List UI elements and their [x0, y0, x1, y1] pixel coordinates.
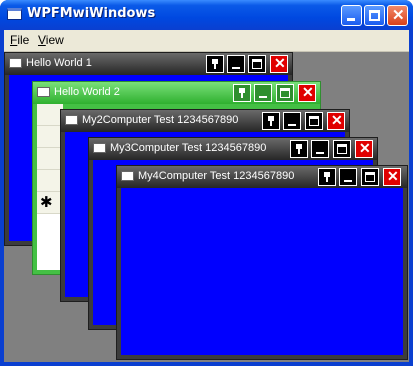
maximize-icon: [252, 59, 262, 69]
close-icon: ✕: [392, 7, 405, 24]
child-title: My3Computer Test 1234567890: [110, 142, 267, 154]
child-title-bar[interactable]: My4Computer Test 1234567890 ✕: [117, 166, 407, 188]
minimize-button[interactable]: [311, 140, 329, 158]
window-icon: [93, 143, 106, 153]
child-title-bar[interactable]: Hello World 2 ✕: [33, 82, 320, 104]
minimize-button[interactable]: [283, 112, 301, 130]
app-window: WPFMwiWindows ✕ File View Hello World 1 …: [0, 0, 413, 366]
maximize-button[interactable]: [333, 140, 351, 158]
pin-button[interactable]: [290, 140, 308, 158]
minimize-button[interactable]: [341, 5, 362, 26]
close-button[interactable]: ✕: [270, 55, 288, 73]
close-icon: ✕: [274, 55, 286, 71]
child-content: [121, 188, 403, 355]
window-icon: [37, 87, 50, 97]
child-title-bar[interactable]: My3Computer Test 1234567890 ✕: [89, 138, 377, 160]
close-button[interactable]: ✕: [383, 168, 401, 186]
close-icon: ✕: [387, 168, 399, 184]
menu-bar: File View: [4, 30, 409, 52]
new-row-icon: ✱: [40, 194, 53, 211]
child-title-bar[interactable]: My2Computer Test 1234567890 ✕: [61, 110, 349, 132]
close-icon: ✕: [331, 112, 343, 128]
maximize-icon: [309, 116, 319, 126]
window-icon: [121, 171, 134, 181]
maximize-button[interactable]: [364, 5, 385, 26]
close-icon: ✕: [302, 84, 314, 100]
maximize-button[interactable]: [361, 168, 379, 186]
menu-view[interactable]: View: [38, 33, 64, 47]
close-button[interactable]: ✕: [298, 84, 316, 102]
child-title-bar[interactable]: Hello World 1 ✕: [5, 53, 292, 75]
maximize-icon: [365, 172, 375, 182]
app-icon: [7, 8, 22, 20]
minimize-icon: [347, 18, 355, 21]
maximize-icon: [280, 88, 290, 98]
child-title: Hello World 2: [54, 86, 120, 98]
maximize-button[interactable]: [276, 84, 294, 102]
minimize-button[interactable]: [227, 55, 245, 73]
maximize-icon: [337, 144, 347, 154]
pin-button[interactable]: [318, 168, 336, 186]
pin-button[interactable]: [262, 112, 280, 130]
close-button[interactable]: ✕: [387, 5, 408, 26]
maximize-button[interactable]: [305, 112, 323, 130]
app-title: WPFMwiWindows: [27, 6, 156, 21]
window-icon: [65, 115, 78, 125]
minimize-icon: [259, 96, 267, 98]
pin-button[interactable]: [206, 55, 224, 73]
minimize-button[interactable]: [339, 168, 357, 186]
minimize-icon: [288, 124, 296, 126]
minimize-icon: [344, 180, 352, 182]
close-button[interactable]: ✕: [327, 112, 345, 130]
close-icon: ✕: [359, 140, 371, 156]
child-title: My2Computer Test 1234567890: [82, 114, 239, 126]
child-title: Hello World 1: [26, 57, 92, 69]
app-title-bar[interactable]: WPFMwiWindows ✕: [0, 0, 413, 30]
maximize-icon: [369, 10, 380, 21]
pin-button[interactable]: [233, 84, 251, 102]
minimize-icon: [316, 152, 324, 154]
child-title: My4Computer Test 1234567890: [138, 170, 295, 182]
child-window-my4computer[interactable]: My4Computer Test 1234567890 ✕: [116, 165, 408, 360]
maximize-button[interactable]: [248, 55, 266, 73]
menu-file[interactable]: File: [10, 33, 29, 47]
mdi-container: Hello World 1 ✕ Hello World 2 ✕ ✱ My2Com…: [4, 52, 409, 362]
close-button[interactable]: ✕: [355, 140, 373, 158]
minimize-button[interactable]: [254, 84, 272, 102]
minimize-icon: [232, 67, 240, 69]
window-icon: [9, 58, 22, 68]
